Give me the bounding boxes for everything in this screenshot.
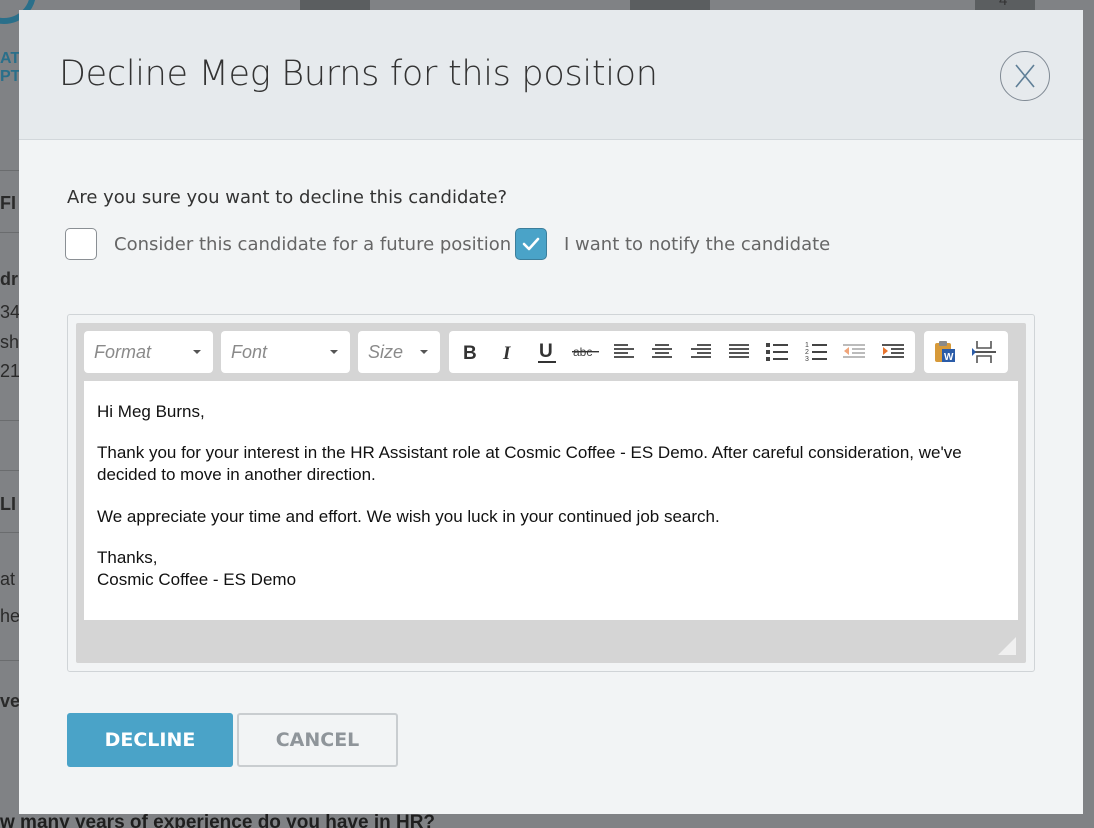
background-fragment: at <box>0 569 16 589</box>
future-position-checkbox[interactable] <box>65 228 97 260</box>
outdent-icon <box>843 344 865 358</box>
svg-text:U: U <box>539 341 553 362</box>
align-right-button[interactable] <box>685 331 717 373</box>
background-fragment: he <box>0 606 21 626</box>
future-position-label: Consider this candidate for a future pos… <box>114 233 512 255</box>
strikethrough-button[interactable]: abc <box>570 331 602 373</box>
numbered-list-icon: 123 <box>805 342 827 363</box>
svg-text:B: B <box>463 343 477 362</box>
align-center-icon <box>652 344 672 358</box>
decline-button[interactable]: DECLINE <box>67 713 233 767</box>
insert-toolbar-group: W <box>924 331 1008 373</box>
italic-icon: I <box>502 343 511 362</box>
outdent-button[interactable] <box>838 331 870 373</box>
message-paragraph: Thank you for your interest in the HR As… <box>97 443 962 484</box>
svg-text:I: I <box>502 343 511 362</box>
italic-button[interactable]: I <box>492 331 524 373</box>
bullet-list-icon <box>766 343 788 361</box>
background-fragment: 34 <box>0 302 21 322</box>
future-position-option[interactable]: Consider this candidate for a future pos… <box>65 226 511 262</box>
background-fragment: dr <box>0 269 18 289</box>
editor-toolbar: Format Font Size B I U abc 1 2 3 W <box>76 323 1026 381</box>
justify-icon <box>729 344 749 358</box>
align-left-button[interactable] <box>608 331 640 373</box>
format-dropdown[interactable]: Format <box>84 331 213 373</box>
background-tab <box>300 0 370 10</box>
size-dropdown[interactable]: Size <box>358 331 440 373</box>
message-paragraph: We appreciate your time and effort. We w… <box>97 507 720 526</box>
background-fragment: LI <box>0 494 16 514</box>
background-divider <box>0 470 20 471</box>
format-dropdown-label: Format <box>94 342 152 362</box>
indent-icon <box>882 344 904 358</box>
justify-button[interactable] <box>723 331 755 373</box>
svg-text:W: W <box>944 352 954 363</box>
formatting-toolbar-group: B I U abc 1 2 3 <box>449 331 915 373</box>
font-dropdown-label: Font <box>231 342 268 362</box>
background-tab <box>630 0 710 10</box>
checkmark-icon <box>522 237 540 251</box>
numbered-list-button[interactable]: 123 <box>800 331 832 373</box>
indent-button[interactable] <box>877 331 909 373</box>
underline-button[interactable]: U <box>531 331 563 373</box>
background-divider <box>0 232 20 233</box>
background-fragment: FI <box>0 193 16 213</box>
message-greeting: Hi Meg Burns, <box>97 402 205 421</box>
svg-text:2: 2 <box>805 349 809 356</box>
page-break-icon <box>972 341 996 363</box>
notify-candidate-option[interactable]: I want to notify the candidate <box>515 226 830 262</box>
underline-icon: U <box>538 341 556 363</box>
message-editor-frame: Format Font Size B I U abc 1 2 3 W Hi Me… <box>67 314 1035 672</box>
message-closing: Thanks, <box>97 548 158 567</box>
background-fragment: 21 <box>0 361 21 381</box>
bold-button[interactable]: B <box>454 331 486 373</box>
background-divider <box>0 532 20 533</box>
background-question: w many years of experience do you have i… <box>0 812 436 828</box>
confirm-question: Are you sure you want to decline this ca… <box>67 187 508 208</box>
align-right-icon <box>691 344 711 358</box>
background-divider <box>0 420 20 421</box>
background-fragment: sh <box>0 332 20 352</box>
message-signature: Cosmic Coffee - ES Demo <box>97 570 297 589</box>
cancel-button[interactable]: CANCEL <box>237 713 398 767</box>
background-badge: 4 <box>999 0 1008 9</box>
background-fragment: ve <box>0 691 21 711</box>
notify-candidate-label: I want to notify the candidate <box>564 233 831 255</box>
chevron-down-icon <box>193 350 201 354</box>
paste-from-word-icon: W <box>935 341 955 363</box>
bullet-list-button[interactable] <box>761 331 793 373</box>
paste-from-word-button[interactable]: W <box>929 331 961 373</box>
strikethrough-icon: abc <box>572 345 599 359</box>
chevron-down-icon <box>330 350 338 354</box>
font-dropdown[interactable]: Font <box>221 331 350 373</box>
decline-modal: Decline Meg Burns for this position Are … <box>19 10 1083 814</box>
message-editor: Format Font Size B I U abc 1 2 3 W Hi Me… <box>76 323 1026 663</box>
svg-text:3: 3 <box>805 356 809 363</box>
message-body[interactable]: Hi Meg Burns, Thank you for your interes… <box>84 381 1018 620</box>
chevron-down-icon <box>420 350 428 354</box>
notify-candidate-checkbox[interactable] <box>515 228 547 260</box>
align-center-button[interactable] <box>646 331 678 373</box>
bold-icon: B <box>463 343 477 362</box>
background-divider <box>0 660 20 661</box>
page-break-button[interactable] <box>968 331 1000 373</box>
close-button[interactable] <box>1000 51 1050 101</box>
size-dropdown-label: Size <box>368 342 404 362</box>
background-divider <box>0 170 20 171</box>
background-fragment: AT <box>0 50 21 67</box>
svg-text:1: 1 <box>805 342 809 349</box>
align-left-icon <box>614 344 634 358</box>
modal-header: Decline Meg Burns for this position <box>19 10 1083 140</box>
modal-title: Decline Meg Burns for this position <box>59 54 658 94</box>
close-icon <box>1015 64 1035 88</box>
resize-handle[interactable] <box>998 637 1016 655</box>
background-fragment: PT <box>0 68 21 85</box>
